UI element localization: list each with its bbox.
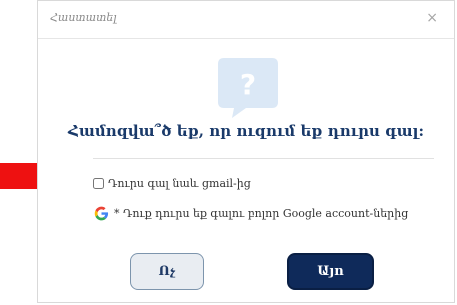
yes-button[interactable]: Այո (287, 253, 374, 290)
gmail-logout-checkbox[interactable] (93, 178, 104, 189)
gmail-logout-label: Դուրս գալ նաև gmail-ից (108, 177, 251, 190)
close-icon[interactable]: × (426, 11, 438, 25)
divider (93, 158, 434, 159)
no-button[interactable]: Ոչ (130, 253, 204, 290)
dialog-title: Հաստատել (50, 11, 117, 24)
svg-text:?: ? (240, 68, 256, 101)
logout-confirm-dialog: Հաստատել × ? Համոզվա՞ծ եք, որ ուզում եք … (37, 0, 455, 303)
question-bubble-icon: ? (218, 58, 278, 118)
confirm-question: Համոզվա՞ծ եք, որ ուզում եք դուրս գալ: (67, 122, 425, 140)
google-icon (94, 206, 109, 221)
google-account-note: * Դուք դուրս եք գալու բոլոր Google accou… (114, 207, 409, 220)
gmail-logout-option[interactable]: Դուրս գալ նաև gmail-ից (93, 177, 251, 190)
dialog-titlebar: Հաստատել × (38, 1, 454, 39)
google-note-row: * Դուք դուրս եք գալու բոլոր Google accou… (94, 206, 408, 221)
